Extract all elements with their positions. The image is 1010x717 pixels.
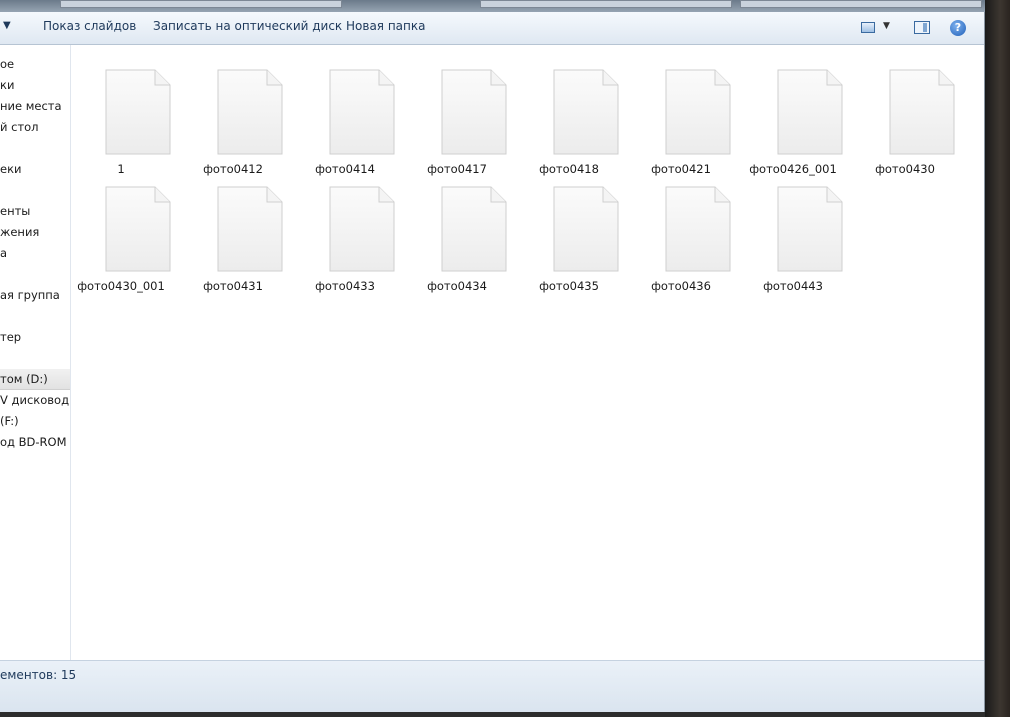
document-file-icon <box>665 186 731 272</box>
nav-item-pictures[interactable]: жения <box>0 222 70 242</box>
desktop-background <box>985 0 1010 717</box>
search-box-fragment <box>480 0 732 8</box>
document-file-icon <box>777 186 843 272</box>
nav-item-documents[interactable]: енты <box>0 201 70 221</box>
file-item[interactable]: фото0426_001 <box>743 59 843 176</box>
file-item[interactable]: фото0414 <box>295 59 395 176</box>
navigation-pane: ое ки ние места й стол еки енты жения а … <box>0 45 71 660</box>
file-item[interactable]: фото0431 <box>183 176 283 293</box>
document-file-icon <box>553 186 619 272</box>
nav-item-drive-f[interactable]: (F:) <box>0 411 70 431</box>
item-count-text: ементов: 15 <box>0 668 77 682</box>
burn-disc-button[interactable]: Записать на оптический диск <box>153 19 342 33</box>
slideshow-button[interactable]: Показ слайдов <box>43 19 136 33</box>
file-item[interactable]: фото0418 <box>519 59 619 176</box>
document-file-icon <box>105 69 171 155</box>
file-item[interactable]: фото0433 <box>295 176 395 293</box>
file-name-label: фото0430 <box>875 162 935 176</box>
nav-item-drive-d[interactable]: том (D:) <box>0 369 70 390</box>
file-item[interactable]: фото0434 <box>407 176 507 293</box>
document-file-icon <box>329 69 395 155</box>
help-icon[interactable]: ? <box>950 20 966 36</box>
document-file-icon <box>777 69 843 155</box>
file-item[interactable]: фото0430 <box>855 59 955 176</box>
change-view-icon[interactable] <box>861 22 875 33</box>
explorer-window: ▼ Показ слайдов Записать на оптический д… <box>0 12 985 713</box>
nav-item-favorites[interactable]: ое <box>0 54 70 74</box>
organize-dropdown-arrow-icon[interactable]: ▼ <box>3 20 11 31</box>
file-item[interactable]: 1 <box>71 59 171 176</box>
document-file-icon <box>329 186 395 272</box>
file-item[interactable]: фото0412 <box>183 59 283 176</box>
nav-item-dvd-drive-e[interactable]: V дисковод (E <box>0 390 70 410</box>
file-item[interactable]: фото0435 <box>519 176 619 293</box>
document-file-icon <box>217 186 283 272</box>
document-file-icon <box>665 69 731 155</box>
new-folder-button[interactable]: Новая папка <box>346 19 425 33</box>
document-file-icon <box>217 69 283 155</box>
document-file-icon <box>553 69 619 155</box>
file-item[interactable]: фото0421 <box>631 59 731 176</box>
status-bar: ементов: 15 <box>0 660 984 713</box>
document-file-icon <box>441 186 507 272</box>
file-item[interactable]: фото0436 <box>631 176 731 293</box>
window-controls-fragment <box>740 0 982 8</box>
view-options-dropdown-icon[interactable]: ▼ <box>883 21 890 31</box>
document-file-icon <box>105 186 171 272</box>
address-bar-fragment <box>60 0 342 8</box>
nav-item-music[interactable]: а <box>0 243 70 263</box>
file-item[interactable]: фото0430_001 <box>71 176 171 293</box>
nav-item-recent-places[interactable]: ние места <box>0 96 70 116</box>
nav-item-downloads[interactable]: ки <box>0 75 70 95</box>
document-file-icon <box>889 69 955 155</box>
nav-item-bd-rom-drive[interactable]: од BD-ROM ( <box>0 432 70 452</box>
window-bottom-edge <box>0 712 985 717</box>
file-name-label: фото0443 <box>763 279 823 293</box>
command-bar: ▼ Показ слайдов Записать на оптический д… <box>0 12 984 45</box>
file-list-area: 1 фото0412 фото0414 фото0417 фото0418 фото042… <box>71 45 981 660</box>
document-file-icon <box>441 69 507 155</box>
file-item[interactable]: фото0417 <box>407 59 507 176</box>
nav-item-computer[interactable]: тер <box>0 327 70 347</box>
file-item[interactable]: фото0443 <box>743 176 843 293</box>
nav-item-desktop[interactable]: й стол <box>0 117 70 137</box>
preview-pane-icon[interactable] <box>914 21 930 34</box>
